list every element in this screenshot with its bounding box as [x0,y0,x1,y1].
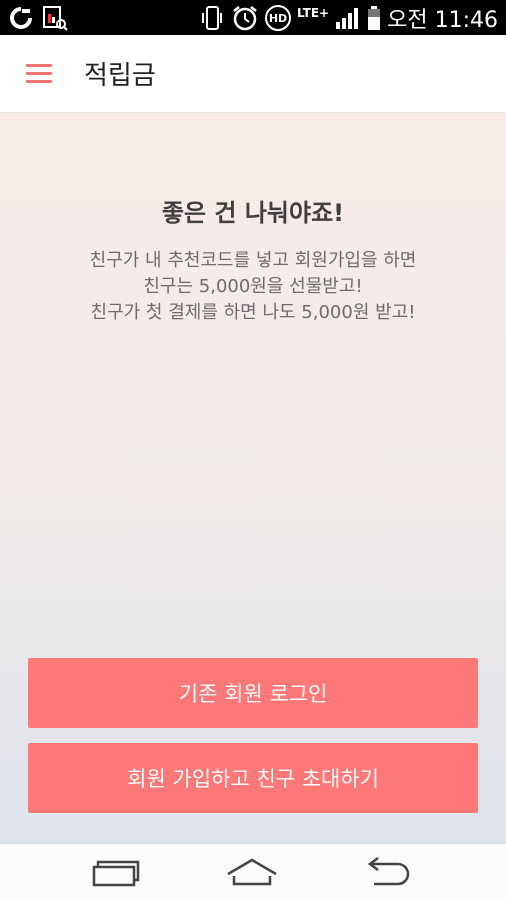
promo-description: 친구가 내 추천코드를 넣고 회원가입을 하면 친구는 5,000원을 선물받고… [0,248,506,326]
signup-invite-friend-button[interactable]: 회원 가입하고 친구 초대하기 [28,743,478,813]
promo-line: 친구가 내 추천코드를 넣고 회원가입을 하면 [89,250,417,271]
signal-strength-icon [336,8,359,29]
page-title: 적립금 [84,61,156,91]
back-icon[interactable] [358,854,418,890]
home-icon[interactable] [222,854,282,890]
status-right: HD LTE+ 오전 11:46 [199,3,498,33]
status-bar: HD LTE+ 오전 11:46 [0,0,506,35]
app-bar: 적립금 [0,35,506,113]
hd-voice-icon: HD [265,5,292,31]
recent-apps-icon[interactable] [86,854,146,890]
network-type-label: LTE+ [297,6,330,20]
promo-panel: 좋은 건 나눠야죠! 친구가 내 추천코드를 넣고 회원가입을 하면 친구는 5… [0,113,506,843]
vibrate-icon [202,6,223,30]
carrier-logo-icon [10,7,32,29]
alarm-icon [233,6,257,31]
status-time: 오전 11:46 [387,8,498,33]
status-left [8,5,68,31]
promo-line: 친구가 첫 결제를 하면 나도 5,000원 받고! [90,302,416,323]
promo-line: 친구는 5,000원을 선물받고! [143,276,363,297]
hamburger-menu-icon[interactable] [22,60,56,88]
existing-member-login-button[interactable]: 기존 회원 로그인 [28,658,478,728]
battery-icon [368,6,381,30]
screenshot-search-icon [43,6,68,31]
promo-headline: 좋은 건 나눠야죠! [161,199,345,227]
system-nav-bar [0,843,506,900]
